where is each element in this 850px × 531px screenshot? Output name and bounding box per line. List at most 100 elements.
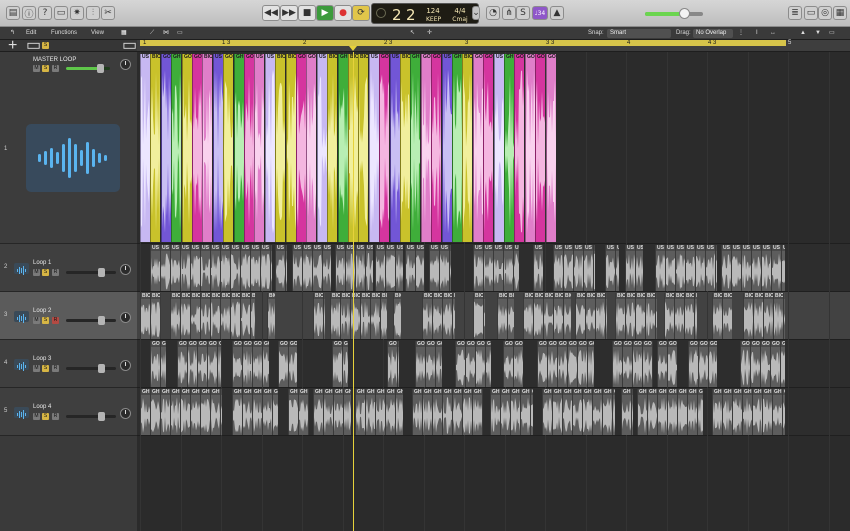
audio-region[interactable]: US (685, 245, 695, 291)
quick-help-icon[interactable]: ? (38, 6, 52, 20)
audio-region[interactable]: US (355, 245, 365, 291)
audio-region[interactable]: GH (472, 389, 482, 435)
audio-region[interactable]: BIC (150, 293, 160, 339)
audio-region[interactable]: BIC (202, 54, 212, 242)
audio-region[interactable]: GH (220, 389, 222, 435)
browsers-icon[interactable]: ▦ (833, 6, 847, 20)
audio-region[interactable]: GH (365, 389, 375, 435)
audio-region[interactable]: US (665, 245, 675, 291)
audio-region[interactable]: BIC (323, 293, 325, 339)
audio-region[interactable]: US (494, 54, 504, 242)
audio-region[interactable]: GO (278, 341, 288, 387)
audio-region[interactable]: US (250, 245, 260, 291)
audio-region[interactable]: GO (587, 341, 594, 387)
audio-region[interactable]: US (140, 54, 150, 242)
track-name[interactable]: MASTER LOOP (33, 57, 76, 63)
audio-region[interactable]: GH (272, 389, 278, 435)
audio-region[interactable]: GH (637, 389, 647, 435)
audio-region[interactable]: GH (510, 389, 520, 435)
audio-region[interactable]: BIC (664, 293, 674, 339)
audio-region[interactable]: US (220, 245, 230, 291)
audio-region[interactable]: BIC (674, 293, 684, 339)
audio-region[interactable]: GO (197, 341, 207, 387)
audio-region[interactable]: BIC (160, 293, 161, 339)
audio-region[interactable]: BIC (442, 293, 452, 339)
master-volume-knob[interactable] (679, 8, 690, 19)
flex-icon[interactable]: ⋈ (163, 29, 169, 38)
audio-region[interactable]: BIC (180, 293, 190, 339)
solo-icon[interactable]: S (516, 6, 530, 20)
drag-select[interactable]: No Overlap (693, 29, 733, 38)
audio-region[interactable]: BIC (533, 293, 543, 339)
volume-fader[interactable] (66, 364, 116, 373)
audio-region[interactable]: GO (708, 341, 717, 387)
audio-region[interactable]: GO (397, 341, 399, 387)
audio-region[interactable]: GH (697, 389, 703, 435)
audio-region[interactable]: GH (422, 389, 432, 435)
audio-region[interactable]: GH (452, 389, 462, 435)
audio-region[interactable]: GH (242, 389, 252, 435)
global-tracks-icon[interactable]: ▭ (26, 38, 41, 54)
audio-region[interactable]: GH (572, 389, 582, 435)
audio-region[interactable]: GH (200, 389, 210, 435)
audio-region[interactable]: GH (288, 389, 298, 435)
audio-region[interactable]: GO (632, 341, 642, 387)
mute-button[interactable]: M (33, 365, 40, 372)
audio-region[interactable]: GO (306, 54, 316, 242)
audio-region[interactable]: GH (190, 389, 200, 435)
audio-region[interactable]: US (180, 245, 190, 291)
record-button[interactable]: R (52, 317, 59, 324)
audio-region[interactable]: BIC (360, 293, 370, 339)
audio-region[interactable]: US (285, 245, 287, 291)
audio-region[interactable]: GO (652, 341, 653, 387)
audio-region[interactable]: BIC (462, 54, 472, 242)
audio-region[interactable]: GH (210, 389, 220, 435)
stop-button[interactable]: ■ (298, 5, 316, 21)
audio-region[interactable]: US (533, 245, 543, 291)
audio-region[interactable]: GH (308, 389, 309, 435)
volume-fader[interactable] (66, 412, 116, 421)
audio-region[interactable]: GH (140, 389, 150, 435)
audio-region[interactable]: GO (546, 54, 556, 242)
audio-region[interactable]: GO (207, 341, 217, 387)
snap-select[interactable]: Smart (607, 29, 671, 38)
audio-region[interactable]: BIC (340, 293, 350, 339)
audio-region[interactable]: US (335, 245, 345, 291)
playhead-marker[interactable] (349, 46, 357, 51)
audio-region[interactable]: GO (160, 341, 166, 387)
audio-region[interactable]: GH (252, 389, 262, 435)
audio-region[interactable]: GO (750, 341, 760, 387)
audio-region[interactable]: GH (500, 389, 510, 435)
tuner-icon[interactable]: ⋔ (502, 6, 516, 20)
audio-region[interactable]: GH (504, 54, 514, 242)
audio-region[interactable]: BIC (400, 54, 410, 242)
audio-region[interactable]: GH (647, 389, 657, 435)
audio-region[interactable]: BIC (250, 293, 255, 339)
audio-region[interactable]: GO (760, 341, 770, 387)
play-button[interactable]: ▶ (316, 5, 334, 21)
audio-region[interactable]: GO (485, 341, 491, 387)
library-icon[interactable]: ▤ (6, 6, 20, 20)
audio-region[interactable]: US (442, 54, 452, 242)
audio-region[interactable]: US (292, 245, 302, 291)
audio-region[interactable]: BIC (370, 293, 380, 339)
vertical-zoom-icon[interactable]: I (756, 29, 758, 38)
audio-region[interactable]: GH (520, 389, 530, 435)
catch-icon[interactable]: ▭ (177, 29, 183, 38)
audio-region[interactable]: US (695, 245, 705, 291)
audio-region[interactable]: BIC (393, 293, 401, 339)
audio-region[interactable]: GH (602, 389, 612, 435)
track-name[interactable]: Loop 2 (33, 308, 51, 314)
audio-region[interactable]: GO (537, 341, 547, 387)
audio-region[interactable]: GO (473, 54, 483, 242)
audio-region[interactable]: US (254, 54, 264, 242)
header-settings-icon[interactable]: ▭ (122, 38, 137, 54)
audio-region[interactable]: GH (343, 389, 351, 435)
volume-fader[interactable] (66, 64, 110, 73)
audio-region[interactable]: GO (780, 341, 785, 387)
audio-region[interactable]: GH (722, 389, 732, 435)
audio-region[interactable]: BIC (743, 293, 753, 339)
audio-region[interactable]: US (170, 245, 180, 291)
audio-region[interactable]: US (771, 245, 781, 291)
track-header-4[interactable]: 4 Loop 3 MSR (0, 340, 137, 388)
